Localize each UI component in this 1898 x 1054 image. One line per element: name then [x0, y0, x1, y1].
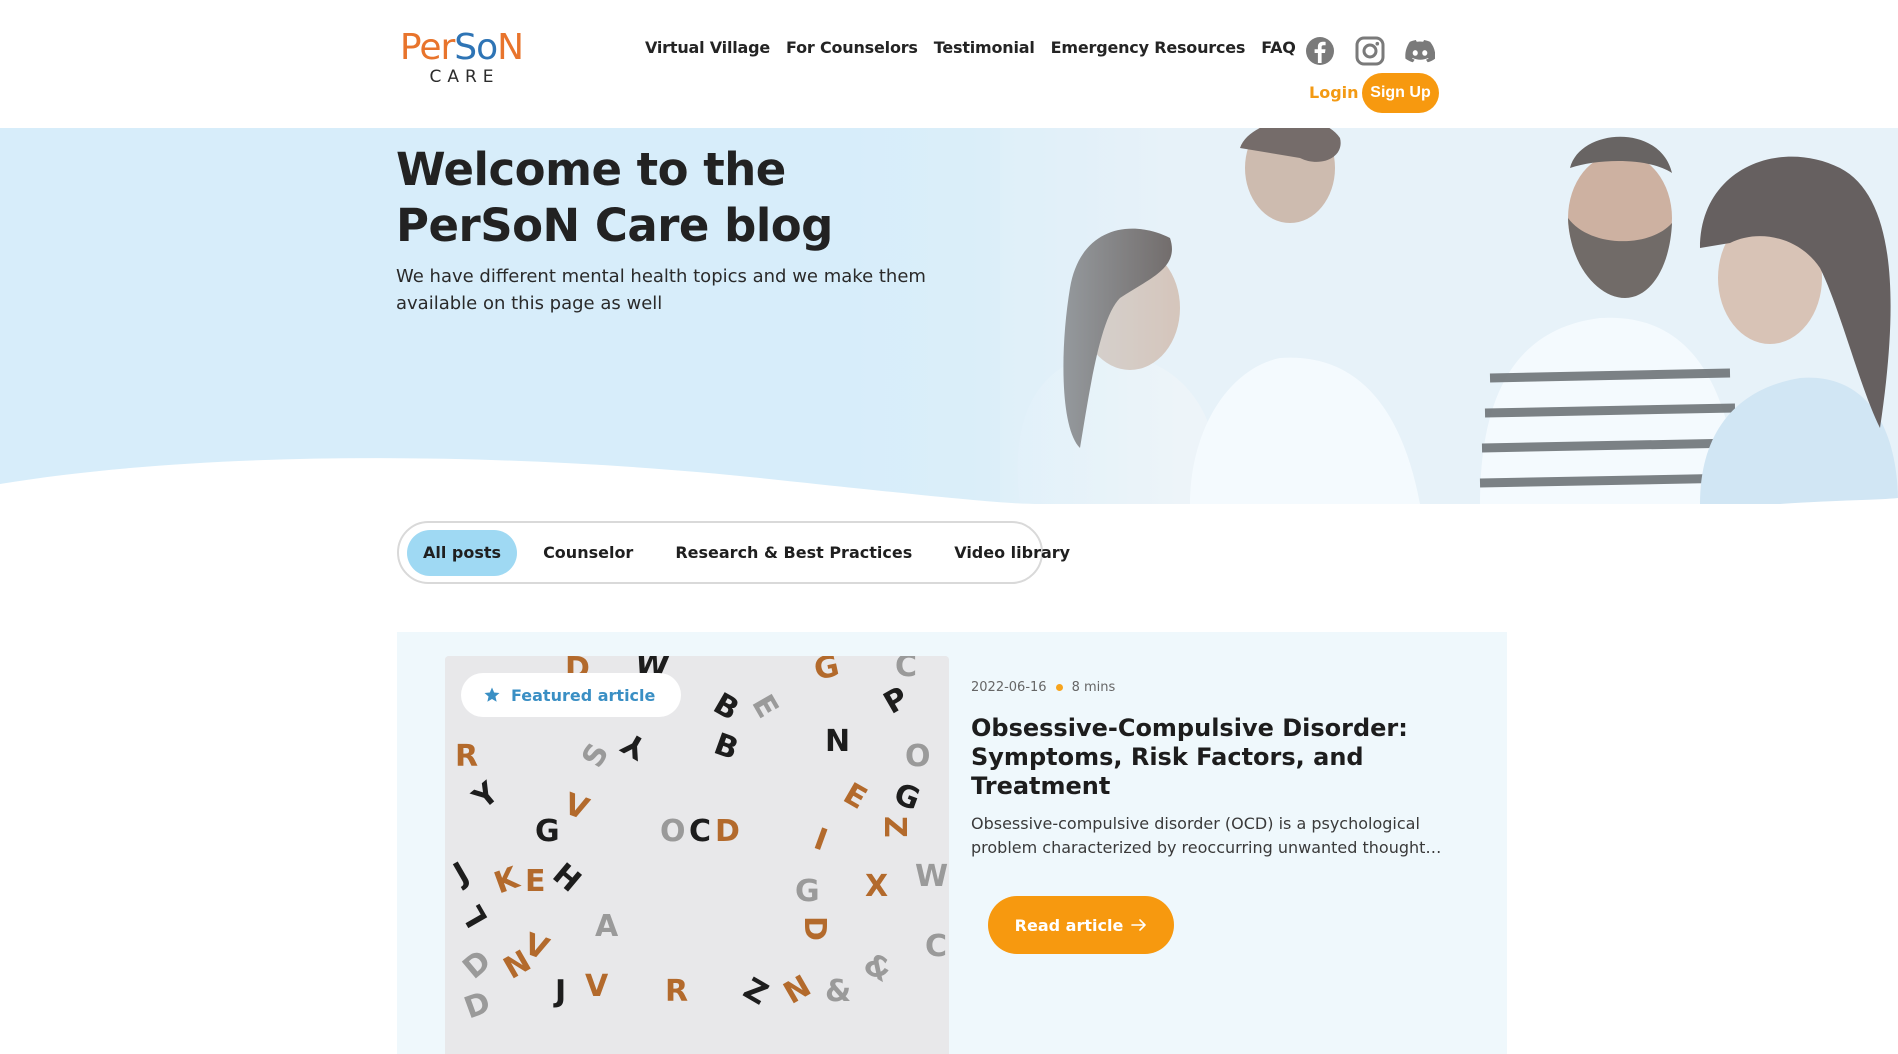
- hero-title-line-2: PerSoN Care blog: [396, 199, 833, 252]
- tab-video-library[interactable]: Video library: [938, 530, 1086, 576]
- svg-text:O: O: [905, 739, 931, 774]
- read-article-label: Read article: [1014, 915, 1124, 935]
- article-meta: 2022-06-16 8 mins: [971, 680, 1115, 695]
- svg-text:G: G: [795, 874, 820, 909]
- svg-text:R: R: [665, 974, 688, 1009]
- svg-text:C: C: [689, 814, 711, 849]
- featured-article-card: D W G C B E P B N Y S R O E G V Y G O C …: [397, 632, 1507, 1054]
- tab-counselor[interactable]: Counselor: [527, 530, 649, 576]
- article-read-time: 8 mins: [1071, 680, 1116, 695]
- svg-text:R: R: [455, 739, 478, 774]
- svg-text:X: X: [865, 869, 888, 904]
- svg-text:Z: Z: [877, 816, 912, 838]
- svg-text:C: C: [895, 656, 917, 684]
- read-article-button[interactable]: Read article: [988, 896, 1174, 954]
- svg-text:V: V: [585, 969, 609, 1004]
- arrow-right-icon: [1131, 919, 1147, 931]
- featured-badge: Featured article: [461, 673, 682, 717]
- nav-emergency-resources[interactable]: Emergency Resources: [1051, 38, 1246, 57]
- logo-wordmark: PerSoN: [399, 27, 524, 68]
- main-nav: Virtual Village For Counselors Testimoni…: [645, 38, 1312, 57]
- logo-subtitle: CARE: [429, 67, 500, 87]
- discord-icon[interactable]: [1405, 36, 1435, 66]
- svg-text:D: D: [797, 916, 832, 941]
- page: PerSoN CARE Virtual Village For Counselo…: [0, 0, 1898, 1054]
- svg-text:W: W: [915, 859, 948, 894]
- nav-faq[interactable]: FAQ: [1261, 38, 1296, 57]
- nav-for-counselors[interactable]: For Counselors: [786, 38, 918, 57]
- article-date: 2022-06-16: [971, 680, 1047, 695]
- hero-title-line-1: Welcome to the: [396, 143, 786, 196]
- star-icon: [484, 687, 500, 702]
- social-links: [1305, 36, 1435, 66]
- signup-button[interactable]: Sign Up: [1362, 73, 1439, 113]
- svg-text:D: D: [715, 814, 740, 849]
- featured-badge-label: Featured article: [511, 685, 656, 705]
- category-tabs: All posts Counselor Research & Best Prac…: [397, 521, 1070, 584]
- instagram-icon[interactable]: [1355, 36, 1385, 66]
- svg-text:C: C: [925, 929, 947, 964]
- login-link[interactable]: Login: [1309, 83, 1359, 102]
- site-logo[interactable]: PerSoN CARE: [399, 28, 524, 88]
- article-excerpt: Obsessive-compulsive disorder (OCD) is a…: [971, 814, 1442, 857]
- site-header: PerSoN CARE Virtual Village For Counselo…: [0, 0, 1898, 128]
- svg-text:N: N: [825, 724, 850, 759]
- svg-text:J: J: [553, 974, 566, 1009]
- tab-research-best-practices[interactable]: Research & Best Practices: [659, 530, 928, 576]
- facebook-icon[interactable]: [1305, 36, 1335, 66]
- svg-text:A: A: [595, 909, 619, 944]
- nav-virtual-village[interactable]: Virtual Village: [645, 38, 770, 57]
- svg-text:&: &: [825, 974, 851, 1009]
- svg-text:G: G: [535, 814, 560, 849]
- article-title[interactable]: Obsessive-Compulsive Disorder: Symptoms,…: [971, 714, 1411, 801]
- hero-subtitle: We have different mental health topics a…: [396, 266, 926, 314]
- tab-all-posts[interactable]: All posts: [407, 529, 518, 576]
- svg-text:E: E: [525, 864, 546, 899]
- nav-testimonial[interactable]: Testimonial: [934, 38, 1035, 57]
- svg-text:O: O: [660, 814, 686, 849]
- article-image[interactable]: D W G C B E P B N Y S R O E G V Y G O C …: [445, 656, 949, 1054]
- hero-title: Welcome to the PerSoN Care blog: [396, 142, 996, 254]
- meta-separator-dot: [1055, 684, 1063, 691]
